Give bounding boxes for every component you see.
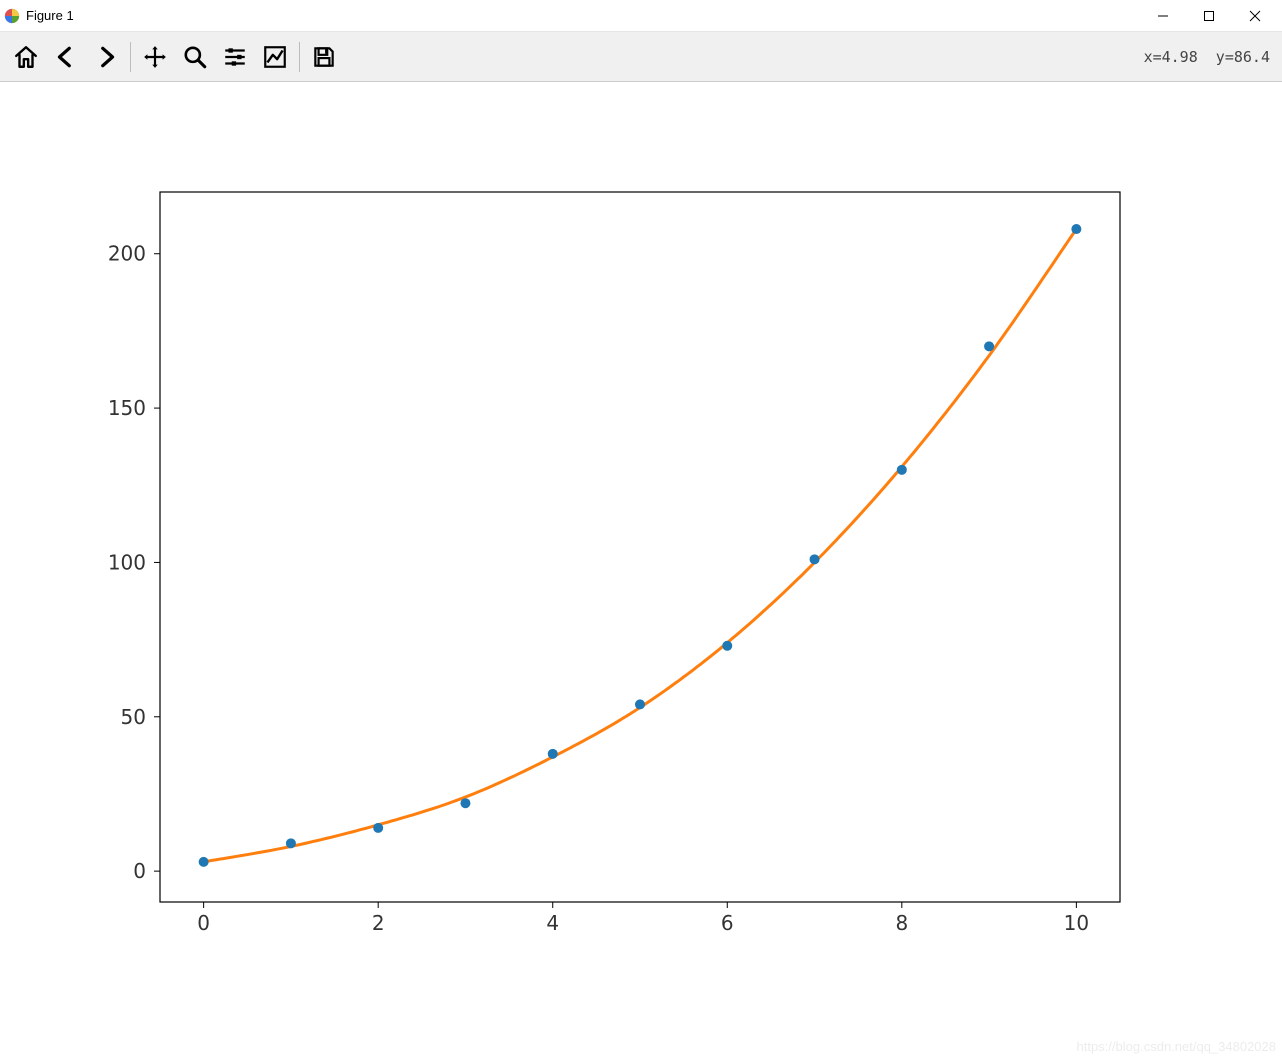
pan-button[interactable] [135,38,175,76]
window-titlebar: Figure 1 [0,0,1282,32]
y-tick-label: 100 [108,550,146,574]
data-point [984,341,994,351]
back-button[interactable] [46,38,86,76]
data-point [897,465,907,475]
save-button[interactable] [304,38,344,76]
data-point [1071,224,1081,234]
y-tick-label: 50 [121,705,146,729]
x-tick-label: 0 [197,911,210,935]
data-point [810,554,820,564]
data-point [286,838,296,848]
y-tick-label: 0 [133,859,146,883]
data-point [373,823,383,833]
x-tick-label: 6 [721,911,734,935]
data-point [199,857,209,867]
watermark-text: https://blog.csdn.net/qq_34802028 [1077,1039,1277,1054]
y-tick-label: 150 [108,396,146,420]
edit-axis-button[interactable] [255,38,295,76]
x-tick-label: 2 [372,911,385,935]
figure-canvas[interactable]: 0246810050100150200 https://blog.csdn.ne… [0,82,1282,1058]
toolbar-separator [130,42,131,72]
toolbar-separator [299,42,300,72]
data-point [635,699,645,709]
matplotlib-toolbar: x=4.98 y=86.4 [0,32,1282,82]
forward-button[interactable] [86,38,126,76]
data-point [460,798,470,808]
x-tick-label: 10 [1064,911,1089,935]
close-button[interactable] [1232,0,1278,32]
cursor-coordinates: x=4.98 y=86.4 [1144,48,1276,66]
app-icon [4,8,20,24]
configure-subplots-button[interactable] [215,38,255,76]
window-title: Figure 1 [26,8,74,23]
x-tick-label: 8 [895,911,908,935]
minimize-button[interactable] [1140,0,1186,32]
maximize-button[interactable] [1186,0,1232,32]
y-tick-label: 200 [108,242,146,266]
fit-line [204,229,1077,862]
zoom-button[interactable] [175,38,215,76]
home-button[interactable] [6,38,46,76]
data-point [722,641,732,651]
plot-axes[interactable]: 0246810050100150200 [0,82,1282,1058]
data-point [548,749,558,759]
x-tick-label: 4 [546,911,559,935]
